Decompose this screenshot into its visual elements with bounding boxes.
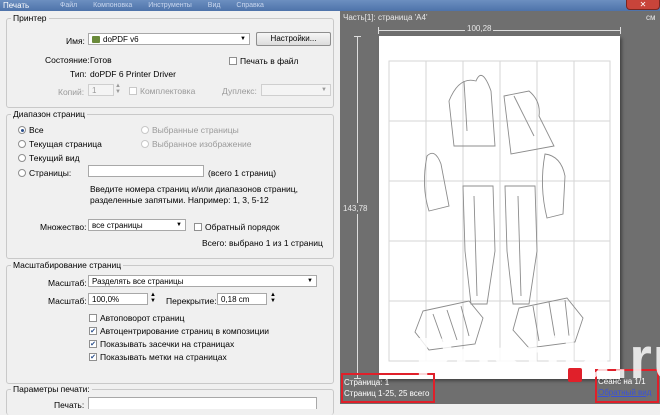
pattern-pieces xyxy=(414,74,584,351)
range-selected-pages-label: Выбранные страницы xyxy=(152,125,239,135)
width-dimension-label: 100,28 xyxy=(465,24,494,33)
print-to-file-checkbox[interactable] xyxy=(229,57,237,65)
copies-label: Копий: xyxy=(58,87,85,97)
printer-name-select[interactable]: doPDF v6 ▼ xyxy=(88,33,250,45)
scale-mode-select[interactable]: Разделять все страницы ▼ xyxy=(88,275,317,287)
printer-icon xyxy=(92,36,100,43)
preview-header: Часть[1]: страница 'A4' xyxy=(343,13,428,22)
reverse-order-label: Обратный порядок xyxy=(205,222,280,232)
reverse-order-checkbox[interactable] xyxy=(194,223,202,231)
print-params-pages-label: Печать: xyxy=(54,400,85,410)
chevron-down-icon: ▼ xyxy=(307,278,313,284)
menu-item-help[interactable]: Справка xyxy=(236,2,263,9)
printer-status-label: Состояние: xyxy=(45,55,90,65)
overlap-input[interactable]: 0,18 cm xyxy=(217,293,267,305)
print-params-pages-select[interactable] xyxy=(88,397,317,409)
preview-units: см xyxy=(646,13,656,22)
menu-item-view[interactable]: Вид xyxy=(208,2,221,9)
range-pages-radio[interactable] xyxy=(18,169,26,177)
menu-item-tools[interactable]: Инструменты xyxy=(148,2,192,9)
print-settings-panel: Принтер Имя: doPDF v6 ▼ Настройки... Сос… xyxy=(0,11,340,415)
menu-item-file[interactable]: Файл xyxy=(60,2,77,9)
copies-input[interactable]: 1 xyxy=(88,84,114,96)
range-current-page-label: Текущая страница xyxy=(29,139,102,149)
show-page-marks-checkbox[interactable]: ✔ xyxy=(89,353,97,361)
overlap-label: Перекрытие: xyxy=(166,296,217,306)
watermark-dot xyxy=(568,368,582,382)
window-title: Печать xyxy=(3,1,30,10)
print-to-file-label: Печать в файл xyxy=(240,56,299,66)
scale-input[interactable]: 100,0% xyxy=(88,293,148,305)
duplex-select[interactable]: ▼ xyxy=(261,84,331,96)
close-button[interactable]: ✕ xyxy=(626,0,660,10)
auto-center-label: Автоцентрирование страниц в композиции xyxy=(100,326,269,336)
tile-grid xyxy=(388,60,611,362)
show-page-marks-label: Показывать метки на страницах xyxy=(100,352,227,362)
range-current-page-radio[interactable] xyxy=(18,140,26,148)
range-hint-line1: Введите номера страниц и/или диапазонов … xyxy=(90,184,298,194)
collate-checkbox[interactable] xyxy=(129,87,137,95)
auto-rotate-label: Автоповорот страниц xyxy=(100,313,185,323)
duplex-label: Дуплекс: xyxy=(222,86,257,96)
width-dimension-tick-right xyxy=(620,27,621,34)
copies-spinner[interactable]: ▲ ▼ xyxy=(115,83,121,95)
height-dimension-tick-top xyxy=(354,36,361,37)
print-params-legend: Параметры печати: xyxy=(13,384,90,394)
page-scaling-legend: Масштабирование страниц xyxy=(13,260,122,270)
range-pages-label: Страницы: xyxy=(29,168,72,178)
subset-label: Множество: xyxy=(40,222,87,232)
height-dimension-label: 143,78 xyxy=(343,203,368,214)
scale-label: Масштаб: xyxy=(48,296,87,306)
chevron-down-icon: ▼ xyxy=(176,222,182,228)
chevron-down-icon: ▼ xyxy=(321,87,327,93)
menu-item-layout[interactable]: Компоновка xyxy=(93,2,132,9)
subset-select[interactable]: все страницы ▼ xyxy=(88,219,186,231)
preview-panel: Часть[1]: страница 'A4' см 100,28 143,78 xyxy=(340,11,660,404)
selected-summary: Всего: выбрано 1 из 1 страниц xyxy=(202,238,323,248)
range-current-view-label: Текущий вид xyxy=(29,153,80,163)
range-current-view-radio[interactable] xyxy=(18,154,26,162)
range-selected-image-label: Выбранное изображение xyxy=(152,139,252,149)
auto-center-checkbox[interactable]: ✔ xyxy=(89,327,97,335)
title-bar: Печать Файл Компоновка Инструменты Вид С… xyxy=(0,0,660,11)
page-range-legend: Диапазон страниц xyxy=(13,109,85,119)
overlap-spinner[interactable]: ▲ ▼ xyxy=(270,292,276,304)
printer-name-value: doPDF v6 xyxy=(103,35,139,44)
printer-status-value: Готов xyxy=(90,55,112,65)
auto-rotate-checkbox[interactable] xyxy=(89,314,97,322)
range-total-pages: (всего 1 страниц) xyxy=(208,168,277,178)
show-crop-marks-checkbox[interactable]: ✔ xyxy=(89,340,97,348)
scale-mode-label: Масштаб: xyxy=(48,278,87,288)
settings-button[interactable]: Настройки... xyxy=(256,32,331,46)
range-hint-line2: разделенные запятыми. Например: 1, 3, 5-… xyxy=(90,195,269,205)
printer-type-label: Тип: xyxy=(70,69,87,79)
range-selected-pages-radio[interactable] xyxy=(141,126,149,134)
range-all-label: Все xyxy=(29,125,44,135)
show-crop-marks-label: Показывать засечки на страницах xyxy=(100,339,235,349)
scale-mode-value: Разделять все страницы xyxy=(92,277,184,286)
range-selected-image-radio[interactable] xyxy=(141,140,149,148)
range-all-radio[interactable] xyxy=(18,126,26,134)
chevron-down-icon: ▼ xyxy=(240,36,246,42)
subset-value: все страницы xyxy=(92,221,143,230)
watermark-text: Postila.ru xyxy=(415,326,660,391)
width-dimension-line xyxy=(378,30,621,31)
printer-legend: Принтер xyxy=(13,13,47,23)
printer-type-value: doPDF 6 Printer Driver xyxy=(90,69,176,79)
width-dimension-tick-left xyxy=(378,27,379,34)
menu-bar: Файл Компоновка Инструменты Вид Справка xyxy=(60,0,278,11)
collate-label: Комплектовка xyxy=(140,86,196,96)
range-pages-input[interactable] xyxy=(88,165,204,177)
printer-name-label: Имя: xyxy=(66,36,85,46)
close-icon: ✕ xyxy=(639,0,647,9)
scale-spinner[interactable]: ▲ ▼ xyxy=(150,292,156,304)
